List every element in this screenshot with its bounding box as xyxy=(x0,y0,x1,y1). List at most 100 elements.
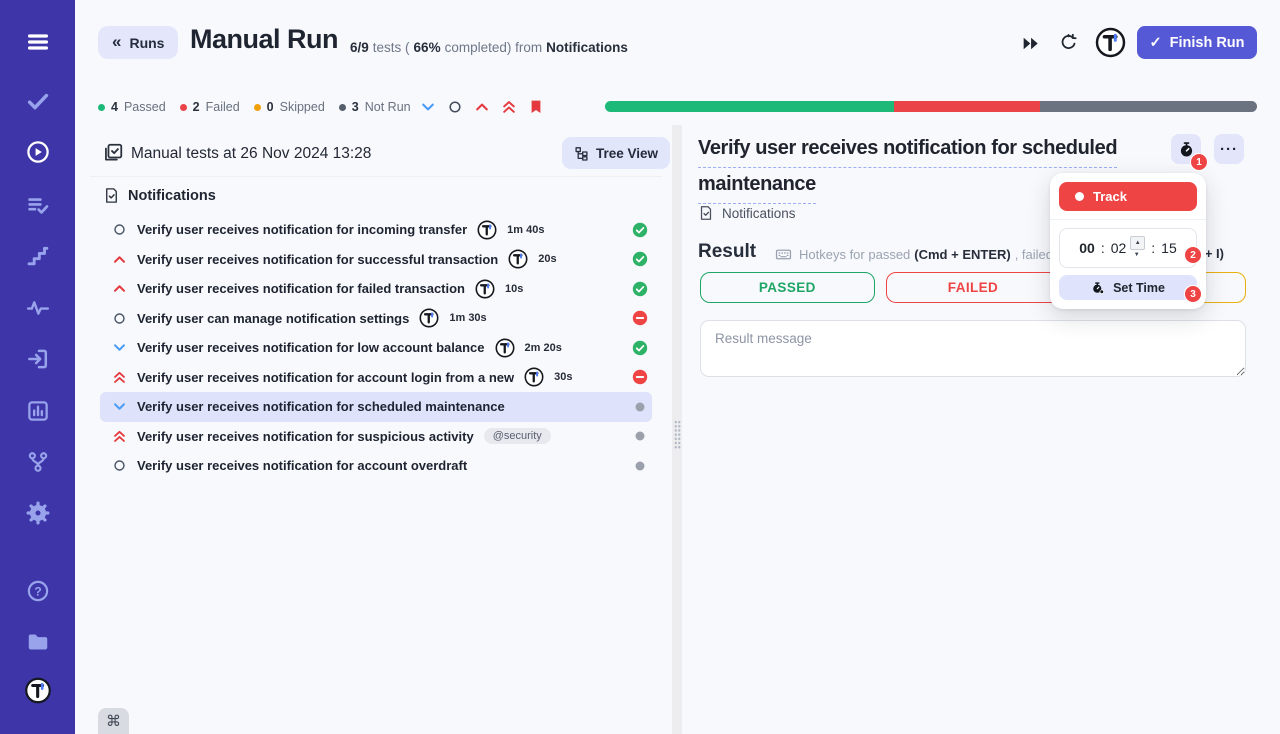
step-badge-3: 3 xyxy=(1184,285,1202,303)
test-duration: 1m 40s xyxy=(507,223,545,236)
passed-button[interactable]: PASSED xyxy=(700,272,875,303)
status-failed-icon xyxy=(632,310,648,326)
test-row[interactable]: Verify user receives notification for in… xyxy=(100,215,652,245)
test-row[interactable]: Verify user receives notification for sc… xyxy=(100,392,652,422)
test-row[interactable]: Verify user receives notification for fa… xyxy=(100,274,652,304)
testomat-logo-icon xyxy=(419,308,439,328)
test-title: Verify user receives notification for ac… xyxy=(137,369,515,385)
skip-forward-icon[interactable] xyxy=(1021,34,1040,53)
status-passed-icon xyxy=(632,340,648,356)
testomat-logo-icon[interactable] xyxy=(1095,27,1126,58)
set-time-button[interactable]: Set Time 3 xyxy=(1059,275,1202,303)
track-time-button[interactable]: Track xyxy=(1059,182,1197,211)
sidebar-activity-icon[interactable] xyxy=(26,296,50,320)
sidebar-check-icon[interactable] xyxy=(26,89,50,113)
test-title: Verify user receives notification for su… xyxy=(137,251,499,267)
step-badge-2: 2 xyxy=(1184,246,1202,264)
command-key-button[interactable]: ⌘ xyxy=(98,708,129,734)
sidebar-branch-icon[interactable] xyxy=(26,450,50,474)
back-to-runs-button[interactable]: « Runs xyxy=(98,26,179,59)
circle-filter-icon[interactable] xyxy=(447,99,463,115)
run-checklist-icon xyxy=(103,142,124,163)
test-row[interactable]: Verify user receives notification for su… xyxy=(100,245,652,275)
priority-up-icon xyxy=(112,252,127,267)
status-notrun-icon xyxy=(632,458,648,474)
status-dot-icon xyxy=(179,103,187,111)
panel-divider xyxy=(90,176,662,177)
tree-view-button[interactable]: Tree View xyxy=(562,137,671,169)
suite-header[interactable]: Notifications xyxy=(103,187,216,204)
counter-skipped[interactable]: 0 Skipped xyxy=(253,100,325,114)
test-row[interactable]: Verify user receives notification for su… xyxy=(100,422,652,452)
testomat-logo-icon xyxy=(524,367,544,387)
status-dot-icon xyxy=(253,103,261,111)
sidebar-menu-icon[interactable] xyxy=(26,30,50,54)
finish-run-button[interactable]: ✓ Finish Run xyxy=(1137,26,1257,59)
counter-failed[interactable]: 2 Failed xyxy=(179,100,240,114)
test-row[interactable]: Verify user receives notification for ac… xyxy=(100,363,652,393)
source-suite: Notifications xyxy=(546,40,628,55)
counter-passed[interactable]: 4 Passed xyxy=(98,100,166,114)
minutes-stepper[interactable]: ▲ ▼ xyxy=(1130,235,1146,261)
result-message-input[interactable] xyxy=(700,320,1246,377)
counter-not-run[interactable]: 3 Not Run xyxy=(338,100,411,114)
test-duration: 30s xyxy=(554,371,573,384)
sidebar-folder-icon[interactable] xyxy=(26,630,50,654)
failed-button[interactable]: FAILED xyxy=(885,272,1061,303)
chevron-double-left-icon: « xyxy=(112,32,122,51)
tests-fraction: 6/9 xyxy=(350,40,369,55)
timer-button[interactable]: 1 xyxy=(1171,134,1208,171)
test-row[interactable]: Verify user receives notification for ac… xyxy=(100,451,652,481)
testomat-logo-icon xyxy=(508,249,528,269)
double-chevron-up-filter-icon[interactable] xyxy=(501,99,517,115)
run-progress-summary: 6/9 tests ( 66% completed) from Notifica… xyxy=(350,40,628,55)
stepper-down-icon[interactable]: ▼ xyxy=(1130,250,1143,261)
status-passed-icon xyxy=(632,281,648,297)
bookmark-filter-icon[interactable] xyxy=(528,99,544,115)
progress-segment-failed xyxy=(894,101,1040,112)
progress-segment-passed xyxy=(605,101,895,112)
panel-splitter[interactable] xyxy=(672,125,682,734)
testomat-logo-icon xyxy=(495,338,515,358)
time-input[interactable]: 00 : 02 ▲ ▼ : 15 2 xyxy=(1059,228,1202,268)
status-failed-icon xyxy=(632,369,648,385)
more-options-button[interactable]: ··· xyxy=(1214,134,1244,164)
app-root: ? « Runs Manual Run 6/9 tests ( 66% comp… xyxy=(0,0,1280,734)
status-dot-icon xyxy=(98,103,105,111)
test-tag[interactable]: @security xyxy=(483,428,551,445)
seconds-field[interactable]: 15 xyxy=(1161,240,1177,256)
run-title: Manual tests at 26 Nov 2024 13:28 xyxy=(131,145,372,162)
test-duration: 1m 30s xyxy=(449,312,487,325)
status-notrun-icon xyxy=(632,428,648,444)
suite-file-icon xyxy=(698,205,714,221)
test-title: Verify user receives notification for ac… xyxy=(137,458,468,474)
sidebar-play-circle-icon[interactable] xyxy=(26,140,50,164)
stopwatch-gear-icon xyxy=(1091,281,1105,295)
timer-history-icon[interactable] xyxy=(1059,33,1078,52)
sidebar-bar-chart-icon[interactable] xyxy=(26,399,50,423)
test-row[interactable]: Verify user receives notification for lo… xyxy=(100,333,652,363)
chevron-up-filter-icon[interactable] xyxy=(474,99,490,115)
page-title: Manual Run xyxy=(190,24,339,54)
record-dot-icon xyxy=(1075,192,1084,201)
timer-popup: Track 00 : 02 ▲ ▼ : 15 2 Set Time 3 xyxy=(1050,173,1206,309)
test-duration: 10s xyxy=(505,282,524,295)
stepper-up-icon[interactable]: ▲ xyxy=(1130,235,1146,250)
priority-up-icon xyxy=(112,281,127,296)
splitter-drag-handle[interactable] xyxy=(673,420,681,450)
sidebar-list-check-icon[interactable] xyxy=(26,193,50,217)
test-title: Verify user can manage notification sett… xyxy=(137,310,410,326)
test-row[interactable]: Verify user can manage notification sett… xyxy=(100,304,652,334)
sidebar-logo-icon[interactable] xyxy=(24,677,51,704)
sidebar-help-icon[interactable]: ? xyxy=(26,579,50,603)
minutes-field[interactable]: 02 xyxy=(1111,240,1127,256)
sidebar-steps-icon[interactable] xyxy=(26,244,50,268)
test-title: Verify user receives notification for sc… xyxy=(137,399,505,415)
popup-divider xyxy=(1050,219,1206,220)
sidebar-gear-icon[interactable] xyxy=(26,501,50,525)
hours-field[interactable]: 00 xyxy=(1079,240,1095,256)
sidebar-import-icon[interactable] xyxy=(26,347,50,371)
priority-double-up-icon xyxy=(112,370,127,385)
chevron-down-filter-icon[interactable] xyxy=(420,99,436,115)
detail-suite-row[interactable]: Notifications xyxy=(698,205,796,221)
